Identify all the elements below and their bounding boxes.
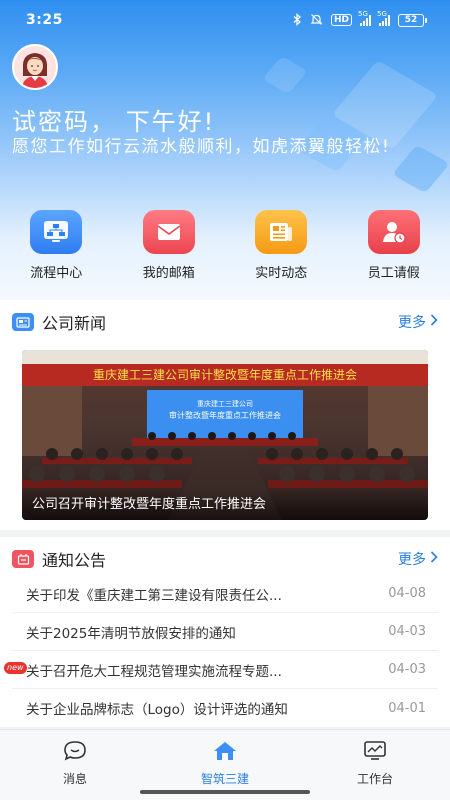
decor-cube bbox=[262, 55, 308, 95]
notice-title: 关于企业品牌标志（Logo）设计评选的通知 bbox=[26, 702, 288, 718]
home-icon bbox=[212, 740, 238, 766]
news-header: 公司新闻 更多 bbox=[12, 310, 438, 334]
company-news-card: 公司新闻 更多 重庆建工三建公司审计整改暨年度重点工作推进会 重庆建工三建公司 … bbox=[0, 300, 450, 530]
notice-icon bbox=[12, 550, 34, 568]
notice-date: 04-01 bbox=[388, 700, 426, 716]
news-more-link[interactable]: 更多 bbox=[398, 312, 438, 332]
notice-card: 通知公告 更多 关于印发《重庆建工第三建设有限责任公... 04-08 关于20… bbox=[0, 537, 450, 727]
news-icon bbox=[255, 210, 308, 254]
wish-text: 愿您工作如行云流水般顺利，如虎添翼般轻松! bbox=[12, 137, 391, 157]
battery-icon: 52 bbox=[398, 13, 427, 27]
notice-date: 04-03 bbox=[388, 662, 426, 677]
hd-badge: HD bbox=[330, 14, 352, 26]
notice-header: 通知公告 更多 bbox=[12, 547, 438, 571]
notice-title: 关于召开危大工程规范管理实施流程专题... bbox=[26, 663, 282, 680]
screen-line1: 重庆建工三建公司 bbox=[197, 399, 253, 408]
section-title: 通知公告 bbox=[42, 551, 107, 570]
notice-item[interactable]: new 关于召开危大工程规范管理实施流程专题... 04-03 bbox=[4, 651, 438, 689]
quick-action-news-feed[interactable]: 实时动态 bbox=[225, 210, 338, 281]
tab-label: 消息 bbox=[62, 772, 87, 786]
tab-label: 工作台 bbox=[356, 772, 393, 786]
quick-action-label: 我的邮箱 bbox=[142, 266, 195, 281]
notice-title: 关于印发《重庆建工第三建设有限责任公... bbox=[26, 587, 282, 604]
notice-list: 关于印发《重庆建工第三建设有限责任公... 04-08 关于2025年清明节放假… bbox=[4, 575, 438, 727]
tab-label: 智筑三建 bbox=[200, 772, 249, 786]
leave-icon bbox=[367, 210, 420, 254]
avatar[interactable] bbox=[12, 44, 58, 90]
signal-icon: 5G bbox=[377, 10, 390, 26]
quick-action-employee-leave[interactable]: 员工请假 bbox=[338, 210, 450, 281]
bluetooth-icon bbox=[292, 12, 302, 28]
more-label: 更多 bbox=[398, 315, 426, 331]
notice-item[interactable]: 关于企业品牌标志（Logo）设计评选的通知 04-01 bbox=[12, 689, 438, 727]
notice-title: 关于2025年清明节放假安排的通知 bbox=[26, 625, 236, 642]
notice-more-link[interactable]: 更多 bbox=[398, 549, 438, 569]
workbench-icon bbox=[363, 740, 387, 766]
mail-icon bbox=[142, 210, 195, 254]
screen-line2: 审计整改暨年度重点工作推进会 bbox=[169, 410, 281, 420]
tab-workbench[interactable]: 工作台 bbox=[300, 730, 450, 800]
newspaper-icon bbox=[12, 313, 34, 331]
notice-item[interactable]: 关于印发《重庆建工第三建设有限责任公... 04-08 bbox=[12, 575, 438, 613]
message-icon bbox=[63, 740, 87, 766]
signal-icon: 5G bbox=[358, 10, 371, 26]
chevron-right-icon bbox=[430, 314, 438, 330]
quick-action-label: 流程中心 bbox=[30, 266, 83, 281]
status-bar: 3:25 HD 5G 5G 52 bbox=[0, 0, 450, 40]
mute-bell-icon bbox=[310, 13, 323, 28]
status-time: 3:25 bbox=[26, 12, 63, 28]
quick-action-mailbox[interactable]: 我的邮箱 bbox=[113, 210, 226, 281]
quick-action-label: 实时动态 bbox=[255, 266, 308, 281]
banner-text: 重庆建工三建公司审计整改暨年度重点工作推进会 bbox=[93, 367, 357, 382]
notice-date: 04-03 bbox=[388, 624, 426, 639]
tab-messages[interactable]: 消息 bbox=[0, 730, 150, 800]
chevron-right-icon bbox=[430, 551, 438, 567]
notice-date: 04-08 bbox=[388, 586, 426, 601]
home-indicator[interactable] bbox=[140, 790, 310, 794]
notice-item[interactable]: 关于2025年清明节放假安排的通知 04-03 bbox=[12, 613, 438, 651]
more-label: 更多 bbox=[398, 552, 426, 568]
quick-action-flow-center[interactable]: 流程中心 bbox=[0, 210, 113, 281]
quick-actions: 流程中心 我的邮箱 实时动态 员工请假 bbox=[0, 210, 450, 281]
section-title: 公司新闻 bbox=[42, 314, 107, 333]
news-photo[interactable]: 重庆建工三建公司审计整改暨年度重点工作推进会 重庆建工三建公司 审计整改暨年度重… bbox=[22, 350, 428, 520]
flowchart-icon bbox=[30, 210, 83, 254]
news-caption: 公司召开审计整改暨年度重点工作推进会 bbox=[22, 490, 428, 520]
quick-action-label: 员工请假 bbox=[367, 266, 420, 281]
greeting-text: 试密码， 下午好! bbox=[12, 108, 216, 136]
new-badge: new bbox=[4, 662, 27, 674]
